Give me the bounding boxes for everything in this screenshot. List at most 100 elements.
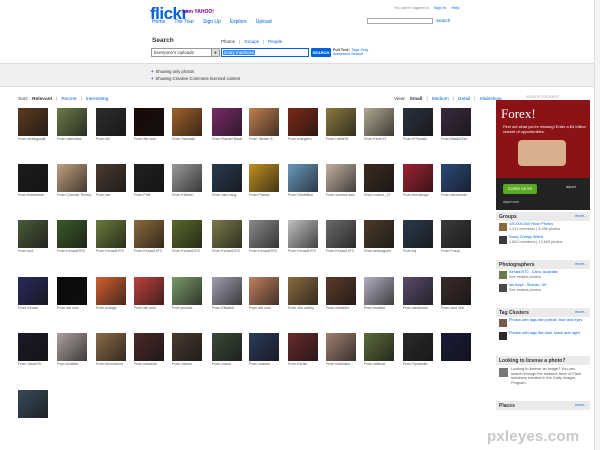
view-medium[interactable]: Medium (432, 97, 449, 102)
photo-thumbnail[interactable]: From Sarcade (172, 108, 202, 143)
photo-thumbnail[interactable]: From fuj (403, 220, 433, 255)
photo-image[interactable] (364, 277, 394, 305)
photo-thumbnail[interactable]: From Jan-Lang (212, 164, 242, 199)
photo-caption[interactable]: From thelastmel (18, 193, 44, 197)
photo-caption[interactable]: From Jason70 (18, 362, 41, 366)
photo-image[interactable] (212, 164, 242, 192)
sign-in-link[interactable]: Sign In (434, 5, 446, 10)
photo-image[interactable] (96, 108, 126, 136)
photo-image[interactable] (364, 108, 394, 136)
photo-caption[interactable]: From vomera swe (326, 193, 355, 197)
photo-thumbnail[interactable]: From Kenad1970 (57, 220, 87, 255)
photo-caption[interactable]: From Jan-Lang (212, 193, 236, 197)
view-small[interactable]: Small (410, 97, 423, 102)
filter-creative-commons[interactable]: + Showing Creative Commons-licensed conte… (151, 76, 240, 81)
photo-image[interactable] (288, 333, 318, 361)
photo-caption[interactable]: From Rachel Black (212, 137, 242, 141)
tab-groups[interactable]: Groups (244, 39, 259, 44)
photo-thumbnail[interactable]: From Kenad1970 (249, 220, 279, 255)
photo-caption[interactable]: From del soul (57, 306, 79, 310)
nav-home[interactable]: Home (152, 19, 165, 25)
photo-thumbnail[interactable]: From del soul (57, 277, 87, 312)
photo-image[interactable] (326, 164, 356, 192)
photo-caption[interactable]: From antelagues (364, 249, 391, 253)
photo-thumbnail[interactable]: From bill (96, 108, 126, 143)
photo-image[interactable] (134, 108, 164, 136)
photo-image[interactable] (57, 164, 87, 192)
photo-caption[interactable]: From Jim carrey (288, 306, 314, 310)
sort-relevant[interactable]: Relevant (32, 97, 52, 102)
photo-caption[interactable]: From Kenad1970 (288, 249, 316, 253)
photo-image[interactable] (172, 108, 202, 136)
nav-tour[interactable]: The Tour (174, 19, 194, 25)
photo-thumbnail[interactable]: From Kenad1970 (134, 220, 164, 255)
photo-caption[interactable]: From Amidea (57, 362, 78, 366)
photo-image[interactable] (57, 277, 87, 305)
photo-image[interactable] (212, 277, 242, 305)
photo-thumbnail[interactable]: From Kenad1970 (96, 220, 126, 255)
photo-thumbnail[interactable]: From Jason70 (18, 333, 48, 368)
photo-image[interactable] (441, 108, 471, 136)
photo-thumbnail[interactable]: From rockort_12 (364, 164, 394, 199)
photo-caption[interactable]: From Phill (134, 193, 150, 197)
photo-caption[interactable]: From bill (96, 137, 110, 141)
photo-caption[interactable]: From imadeb (364, 306, 385, 310)
photo-thumbnail[interactable]: From Dimitrillou (288, 164, 318, 199)
photo-thumbnail[interactable]: From ubuuhoom (441, 164, 471, 199)
list-item[interactable]: Photos with tags like dark, black and ni… (496, 330, 590, 343)
photo-thumbnail[interactable]: From del soul (134, 108, 164, 143)
photo-image[interactable] (403, 277, 433, 305)
photo-image[interactable] (18, 164, 48, 192)
photo-thumbnail[interactable]: From imadeb (364, 277, 394, 312)
photo-image[interactable] (364, 164, 394, 192)
view-detail[interactable]: Detail (458, 97, 470, 102)
photo-image[interactable] (18, 220, 48, 248)
photo-thumbnail[interactable]: From del soul (249, 277, 279, 312)
nav-explore[interactable]: Explore (230, 19, 247, 25)
photo-caption[interactable]: From Just Jeb (441, 306, 464, 310)
photo-image[interactable] (18, 333, 48, 361)
photo-caption[interactable]: From Jeanne (249, 362, 270, 366)
more-link[interactable]: more... (575, 403, 587, 407)
photo-image[interactable] (403, 333, 433, 361)
top-search-button[interactable]: Search (436, 18, 450, 23)
photo-image[interactable] (288, 108, 318, 136)
photo-thumbnail[interactable]: From Kitchen (172, 164, 202, 199)
photo-image[interactable] (326, 108, 356, 136)
photo-caption[interactable]: From Kenad1970 (249, 249, 277, 253)
photo-image[interactable] (364, 220, 394, 248)
photo-caption[interactable]: From Kenad1970 (57, 249, 85, 253)
photo-image[interactable] (326, 220, 356, 248)
list-item[interactable]: 100,000,000 Flickr Photos 1,211 members |… (496, 221, 590, 234)
photo-image[interactable] (249, 108, 279, 136)
photo-caption[interactable]: From mangero (288, 137, 312, 141)
photo-caption[interactable]: From Dimitrillou (288, 193, 313, 197)
photo-image[interactable] (364, 333, 394, 361)
photo-caption[interactable]: From Joach (212, 362, 231, 366)
photo-caption[interactable]: From Kenad1970 (96, 249, 124, 253)
photo-thumbnail[interactable]: From orange (96, 277, 126, 312)
photo-image[interactable] (172, 164, 202, 192)
photo-thumbnail[interactable]: From Kenad1970 (212, 220, 242, 255)
photo-image[interactable] (441, 277, 471, 305)
photo-thumbnail[interactable]: From Phill (134, 164, 164, 199)
photo-caption[interactable]: From cabinlake (57, 137, 82, 141)
photo-thumbnail[interactable]: From Patrick (249, 164, 279, 199)
photo-image[interactable] (441, 333, 471, 361)
photo-image[interactable] (403, 108, 433, 136)
photo-caption[interactable]: From Kevin H. (364, 137, 387, 141)
photo-thumbnail[interactable]: From Comrad Theory (57, 164, 91, 199)
photo-thumbnail[interactable]: From Rachel Black (212, 108, 242, 143)
photo-image[interactable] (403, 164, 433, 192)
photo-image[interactable] (57, 333, 87, 361)
photo-caption[interactable]: From Gymkoke (403, 362, 428, 366)
photo-image[interactable] (288, 277, 318, 305)
photo-image[interactable] (96, 164, 126, 192)
advanced-search-link[interactable]: Advanced Search (333, 52, 363, 56)
photo-caption[interactable]: From nickkgoodii (18, 137, 45, 141)
photo-image[interactable] (249, 220, 279, 248)
photo-thumbnail[interactable]: From cabinlake (57, 108, 87, 143)
photo-thumbnail[interactable]: From Tarzan S. (249, 108, 279, 143)
photo-image[interactable] (96, 277, 126, 305)
more-link[interactable]: more... (575, 262, 587, 266)
